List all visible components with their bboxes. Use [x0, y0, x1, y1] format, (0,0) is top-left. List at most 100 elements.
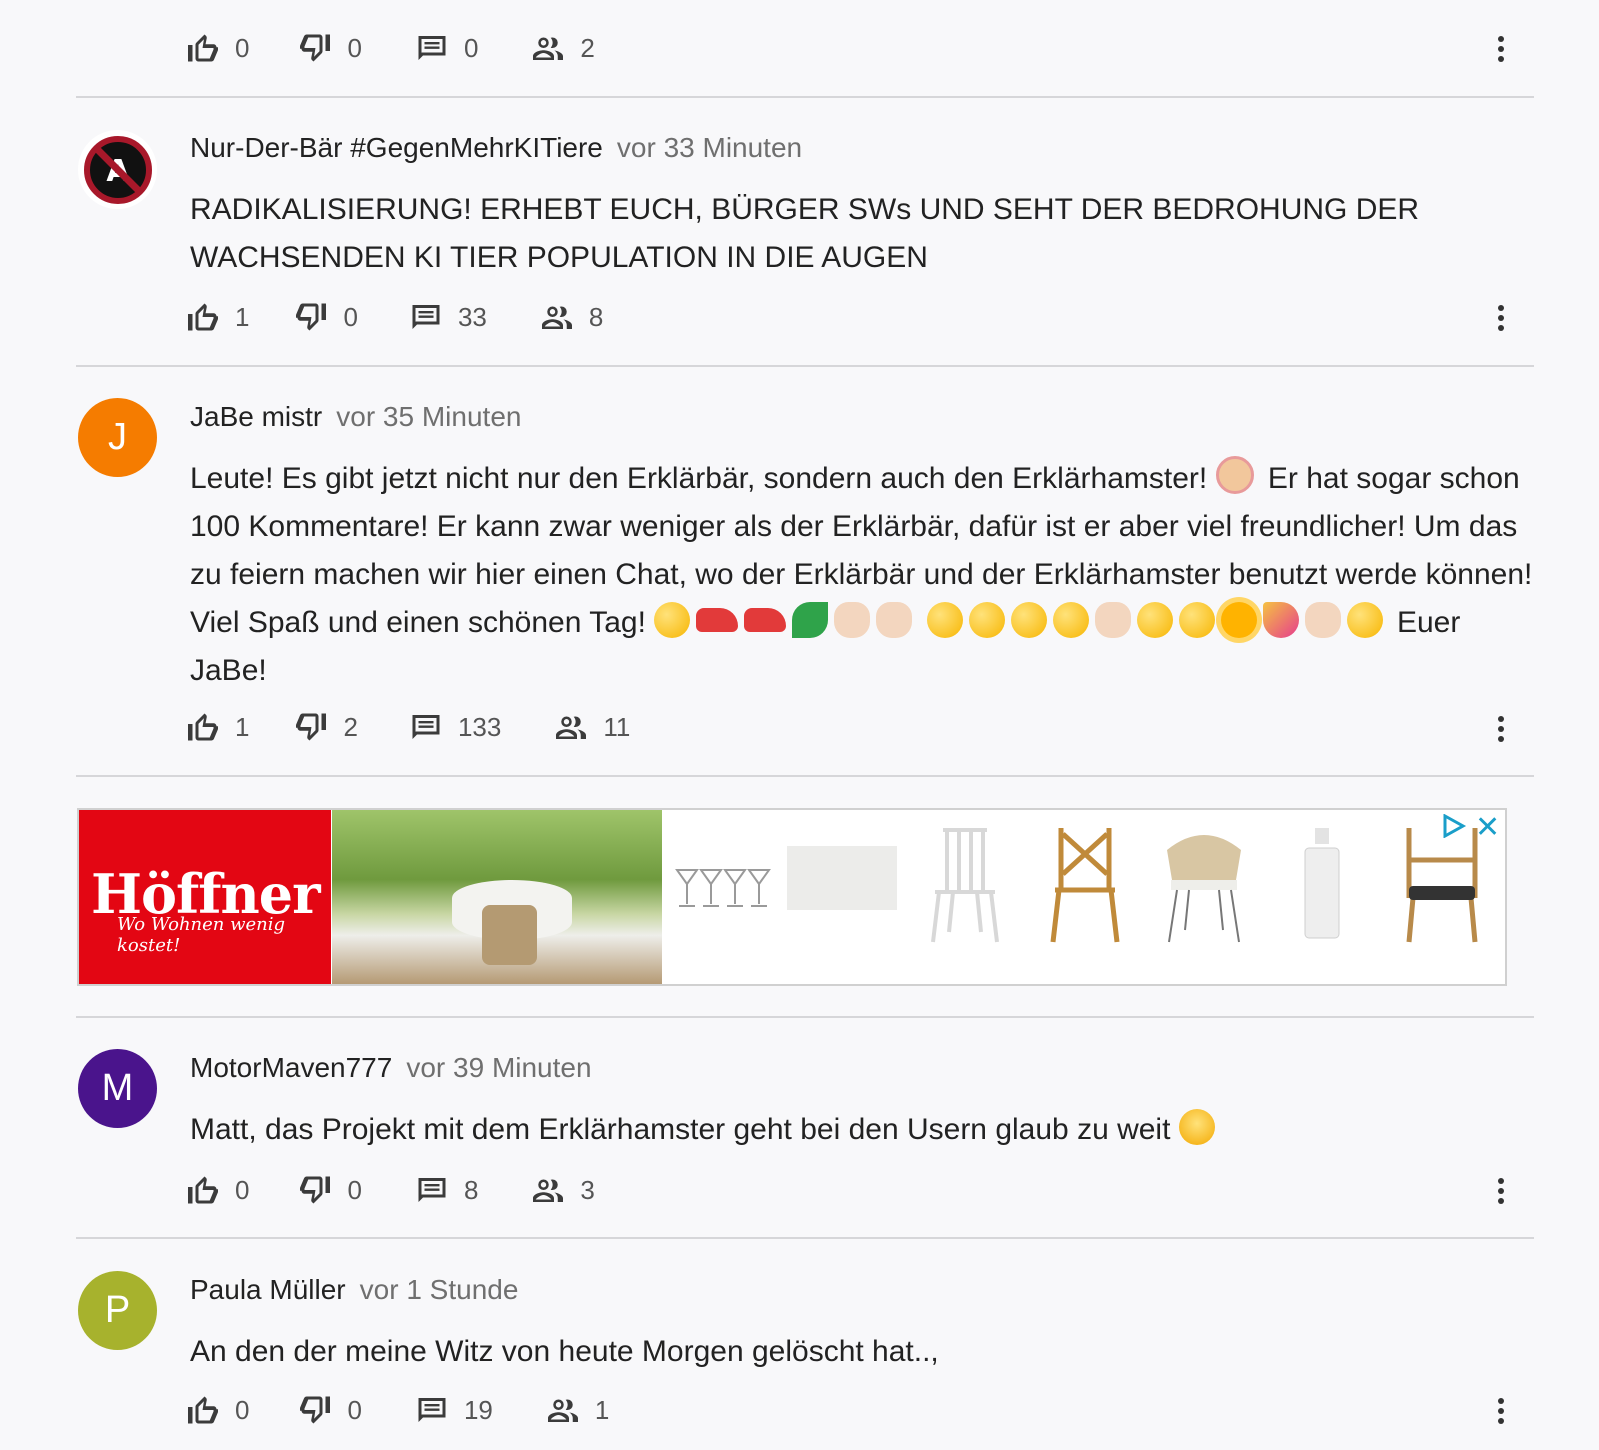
- timestamp: vor 33 Minuten: [616, 132, 803, 163]
- car-emoji: [744, 608, 787, 632]
- thumb-down-icon: [297, 1172, 333, 1208]
- like-count: 0: [235, 32, 250, 63]
- sun-emoji: [1220, 602, 1257, 638]
- participants-button[interactable]: 1: [545, 1392, 609, 1428]
- reply-count: 0: [463, 32, 479, 63]
- more-vert-icon[interactable]: [1496, 1398, 1506, 1426]
- participants-button[interactable]: 2: [530, 30, 595, 66]
- like-button[interactable]: 1: [185, 299, 249, 335]
- clapping-hands-emoji: [1094, 602, 1131, 638]
- divider: [76, 365, 1534, 367]
- reply-count: 33: [457, 301, 487, 332]
- replies-button[interactable]: 133: [408, 709, 501, 745]
- dislike-button[interactable]: 2: [293, 709, 358, 745]
- dislike-count: 0: [347, 32, 362, 63]
- thumb-up-icon: [185, 709, 221, 745]
- author-name[interactable]: MotorMaven777: [190, 1052, 392, 1083]
- avatar[interactable]: M: [78, 1049, 157, 1128]
- comment-text: Leute! Es gibt jetzt nicht nur den Erklä…: [190, 462, 1208, 495]
- like-button[interactable]: 1: [185, 709, 249, 745]
- like-button[interactable]: 0: [185, 1172, 249, 1208]
- grin-emoji: [1052, 602, 1089, 638]
- crying-face-emoji: [1178, 1109, 1215, 1145]
- smiling-face-emoji: [926, 602, 963, 638]
- comment-body: An den der meine Witz von heute Morgen g…: [190, 1335, 939, 1368]
- thumb-down-icon: [297, 30, 333, 66]
- thumb-up-icon: [185, 1172, 221, 1208]
- dislike-count: 0: [347, 1394, 362, 1425]
- smiley-emoji: [1346, 602, 1383, 638]
- waving-hand-emoji: [834, 602, 871, 638]
- people-icon: [530, 30, 566, 66]
- replies-button[interactable]: 19: [414, 1392, 493, 1428]
- replies-button[interactable]: 0: [414, 30, 478, 66]
- white-chair-product[interactable]: [925, 820, 1005, 950]
- close-icon[interactable]: ✕: [1475, 810, 1500, 845]
- comment-header: Nur-Der-Bär #GegenMehrKITiere vor 33 Minu…: [190, 132, 802, 164]
- participant-count: 8: [588, 301, 604, 332]
- glasses-product[interactable]: [671, 820, 781, 950]
- replies-button[interactable]: 8: [414, 1172, 478, 1208]
- people-icon: [530, 1172, 566, 1208]
- people-icon: [545, 1392, 581, 1428]
- victory-hand-emoji: [876, 602, 913, 638]
- comment-body: Leute! Es gibt jetzt nicht nur den Erklä…: [190, 455, 1535, 695]
- more-vert-icon[interactable]: [1496, 1178, 1506, 1206]
- replies-button[interactable]: 33: [408, 299, 487, 335]
- comment-actions: 1 2 133 11: [185, 709, 630, 745]
- thumb-down-icon: [293, 299, 329, 335]
- wooden-chair-product[interactable]: [1045, 820, 1125, 950]
- divider: [76, 96, 1534, 98]
- brand-panel[interactable]: Höffner Wo Wohnen wenig kostet!: [79, 810, 331, 984]
- comment-icon: [414, 30, 450, 66]
- participants-button[interactable]: 8: [539, 299, 603, 335]
- divider: [76, 1016, 1534, 1018]
- participants-button[interactable]: 11: [553, 709, 630, 745]
- garden-photo[interactable]: [332, 810, 662, 984]
- blush-emoji: [968, 602, 1005, 638]
- author-name[interactable]: Paula Müller: [190, 1274, 346, 1305]
- racing-car-emoji: [696, 608, 739, 632]
- dislike-button[interactable]: 0: [297, 30, 362, 66]
- author-name[interactable]: JaBe mistr: [190, 401, 322, 432]
- comment-header: JaBe mistr vor 35 Minuten: [190, 401, 521, 433]
- dislike-count: 2: [343, 711, 358, 742]
- more-vert-icon[interactable]: [1496, 305, 1506, 333]
- tablecloth-product[interactable]: [787, 846, 897, 910]
- dislike-button[interactable]: 0: [297, 1392, 362, 1428]
- participant-count: 1: [594, 1394, 610, 1425]
- dislike-button[interactable]: 0: [297, 1172, 362, 1208]
- avatar[interactable]: A: [78, 130, 157, 209]
- participant-count: 11: [603, 711, 631, 742]
- participants-button[interactable]: 3: [530, 1172, 595, 1208]
- no-ai-logo: A: [83, 135, 152, 204]
- reply-count: 19: [463, 1394, 493, 1425]
- hamster-emoji: [1215, 456, 1254, 494]
- star-struck-emoji: [1136, 602, 1173, 638]
- thumb-up-icon: [185, 299, 221, 335]
- ad-choices-icon[interactable]: [1441, 814, 1469, 838]
- divider: [76, 1237, 1534, 1239]
- thumb-up-icon: [185, 1392, 221, 1428]
- like-count: 1: [235, 711, 250, 742]
- like-button[interactable]: 0: [185, 30, 249, 66]
- like-count: 1: [235, 301, 250, 332]
- armchair-product[interactable]: [1397, 820, 1487, 950]
- comment-actions: 0 0 0 2: [185, 30, 595, 66]
- thumbs-up-emoji: [1304, 602, 1341, 638]
- divider: [76, 775, 1534, 777]
- author-name[interactable]: Nur-Der-Bär #GegenMehrKITiere: [190, 132, 603, 163]
- dislike-count: 0: [347, 1174, 362, 1205]
- more-vert-icon[interactable]: [1496, 716, 1506, 744]
- decanter-product[interactable]: [1297, 820, 1347, 950]
- more-vert-icon[interactable]: [1496, 36, 1506, 64]
- like-button[interactable]: 0: [185, 1392, 249, 1428]
- ad-banner[interactable]: Höffner Wo Wohnen wenig kostet! ✕: [77, 808, 1507, 986]
- dislike-button[interactable]: 0: [293, 299, 358, 335]
- rattan-chair-product[interactable]: [1159, 820, 1249, 950]
- avatar[interactable]: J: [78, 398, 157, 477]
- brand-tagline: Wo Wohnen wenig kostet!: [117, 914, 286, 956]
- people-icon: [539, 299, 575, 335]
- avatar[interactable]: P: [78, 1271, 157, 1350]
- people-icon: [553, 709, 589, 745]
